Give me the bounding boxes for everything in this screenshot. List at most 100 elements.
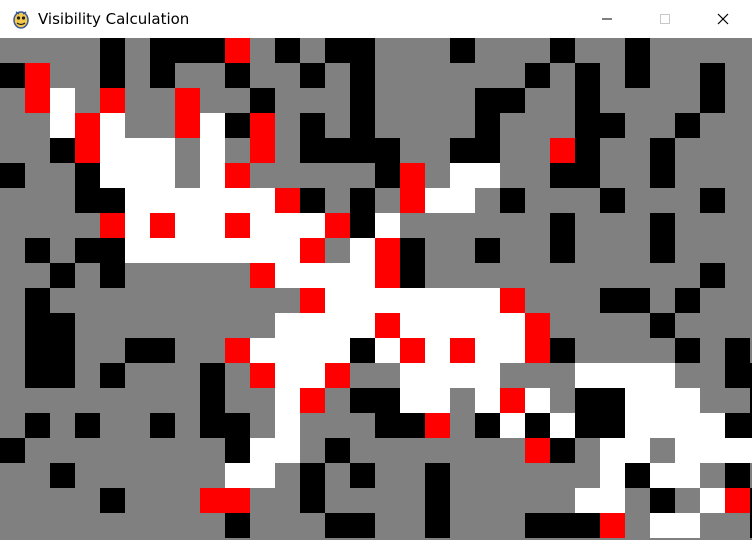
visible-cell[interactable] (350, 263, 375, 288)
wall-cell[interactable] (350, 213, 375, 238)
edge-cell[interactable] (525, 338, 550, 363)
edge-cell[interactable] (375, 313, 400, 338)
edge-cell[interactable] (300, 238, 325, 263)
edge-cell[interactable] (175, 88, 200, 113)
visible-cell[interactable] (50, 88, 75, 113)
wall-cell[interactable] (550, 163, 575, 188)
visible-cell[interactable] (275, 263, 300, 288)
visible-cell[interactable] (250, 213, 275, 238)
edge-cell[interactable] (400, 163, 425, 188)
edge-cell[interactable] (550, 138, 575, 163)
wall-cell[interactable] (350, 113, 375, 138)
visible-cell[interactable] (225, 463, 250, 488)
wall-cell[interactable] (475, 138, 500, 163)
wall-cell[interactable] (350, 513, 375, 538)
visible-cell[interactable] (400, 363, 425, 388)
wall-cell[interactable] (0, 438, 25, 463)
visible-cell[interactable] (675, 438, 700, 463)
visible-cell[interactable] (325, 338, 350, 363)
edge-cell[interactable] (225, 488, 250, 513)
wall-cell[interactable] (725, 413, 750, 438)
wall-cell[interactable] (150, 63, 175, 88)
close-button[interactable] (694, 0, 752, 38)
wall-cell[interactable] (375, 388, 400, 413)
wall-cell[interactable] (625, 288, 650, 313)
visible-cell[interactable] (600, 463, 625, 488)
edge-cell[interactable] (425, 413, 450, 438)
edge-cell[interactable] (400, 338, 425, 363)
edge-cell[interactable] (725, 488, 750, 513)
visible-cell[interactable] (425, 313, 450, 338)
wall-cell[interactable] (625, 38, 650, 63)
edge-cell[interactable] (325, 213, 350, 238)
wall-cell[interactable] (25, 238, 50, 263)
wall-cell[interactable] (100, 263, 125, 288)
wall-cell[interactable] (575, 113, 600, 138)
edge-cell[interactable] (100, 213, 125, 238)
wall-cell[interactable] (475, 238, 500, 263)
wall-cell[interactable] (75, 238, 100, 263)
edge-cell[interactable] (75, 113, 100, 138)
visible-cell[interactable] (700, 438, 725, 463)
visible-cell[interactable] (200, 188, 225, 213)
wall-cell[interactable] (700, 88, 725, 113)
title-bar[interactable]: Visibility Calculation (0, 0, 752, 38)
wall-cell[interactable] (50, 463, 75, 488)
visible-cell[interactable] (575, 363, 600, 388)
wall-cell[interactable] (325, 438, 350, 463)
visible-cell[interactable] (525, 388, 550, 413)
visible-cell[interactable] (625, 388, 650, 413)
visible-cell[interactable] (275, 438, 300, 463)
visible-cell[interactable] (225, 188, 250, 213)
visible-cell[interactable] (475, 338, 500, 363)
visible-cell[interactable] (675, 413, 700, 438)
edge-cell[interactable] (250, 263, 275, 288)
edge-cell[interactable] (250, 138, 275, 163)
wall-cell[interactable] (300, 488, 325, 513)
visible-cell[interactable] (600, 438, 625, 463)
visible-cell[interactable] (250, 188, 275, 213)
wall-cell[interactable] (650, 238, 675, 263)
visible-cell[interactable] (725, 438, 750, 463)
wall-cell[interactable] (725, 363, 750, 388)
visible-cell[interactable] (100, 138, 125, 163)
wall-cell[interactable] (700, 188, 725, 213)
wall-cell[interactable] (350, 38, 375, 63)
edge-cell[interactable] (300, 388, 325, 413)
edge-cell[interactable] (500, 288, 525, 313)
wall-cell[interactable] (375, 163, 400, 188)
wall-cell[interactable] (150, 413, 175, 438)
wall-cell[interactable] (650, 138, 675, 163)
visible-cell[interactable] (425, 288, 450, 313)
wall-cell[interactable] (300, 138, 325, 163)
visible-cell[interactable] (625, 363, 650, 388)
visible-cell[interactable] (225, 238, 250, 263)
visible-cell[interactable] (700, 413, 725, 438)
wall-cell[interactable] (675, 338, 700, 363)
wall-cell[interactable] (650, 488, 675, 513)
edge-cell[interactable] (225, 213, 250, 238)
visible-cell[interactable] (400, 388, 425, 413)
visible-cell[interactable] (375, 338, 400, 363)
wall-cell[interactable] (575, 63, 600, 88)
wall-cell[interactable] (200, 413, 225, 438)
wall-cell[interactable] (100, 488, 125, 513)
wall-cell[interactable] (300, 188, 325, 213)
wall-cell[interactable] (125, 338, 150, 363)
wall-cell[interactable] (200, 363, 225, 388)
wall-cell[interactable] (325, 513, 350, 538)
wall-cell[interactable] (700, 63, 725, 88)
wall-cell[interactable] (225, 413, 250, 438)
visible-cell[interactable] (475, 363, 500, 388)
visible-cell[interactable] (200, 238, 225, 263)
visible-cell[interactable] (500, 338, 525, 363)
wall-cell[interactable] (575, 388, 600, 413)
visible-cell[interactable] (650, 463, 675, 488)
visible-cell[interactable] (150, 163, 175, 188)
wall-cell[interactable] (350, 338, 375, 363)
visible-cell[interactable] (150, 188, 175, 213)
edge-cell[interactable] (25, 63, 50, 88)
visible-cell[interactable] (425, 363, 450, 388)
edge-cell[interactable] (400, 188, 425, 213)
wall-cell[interactable] (600, 113, 625, 138)
